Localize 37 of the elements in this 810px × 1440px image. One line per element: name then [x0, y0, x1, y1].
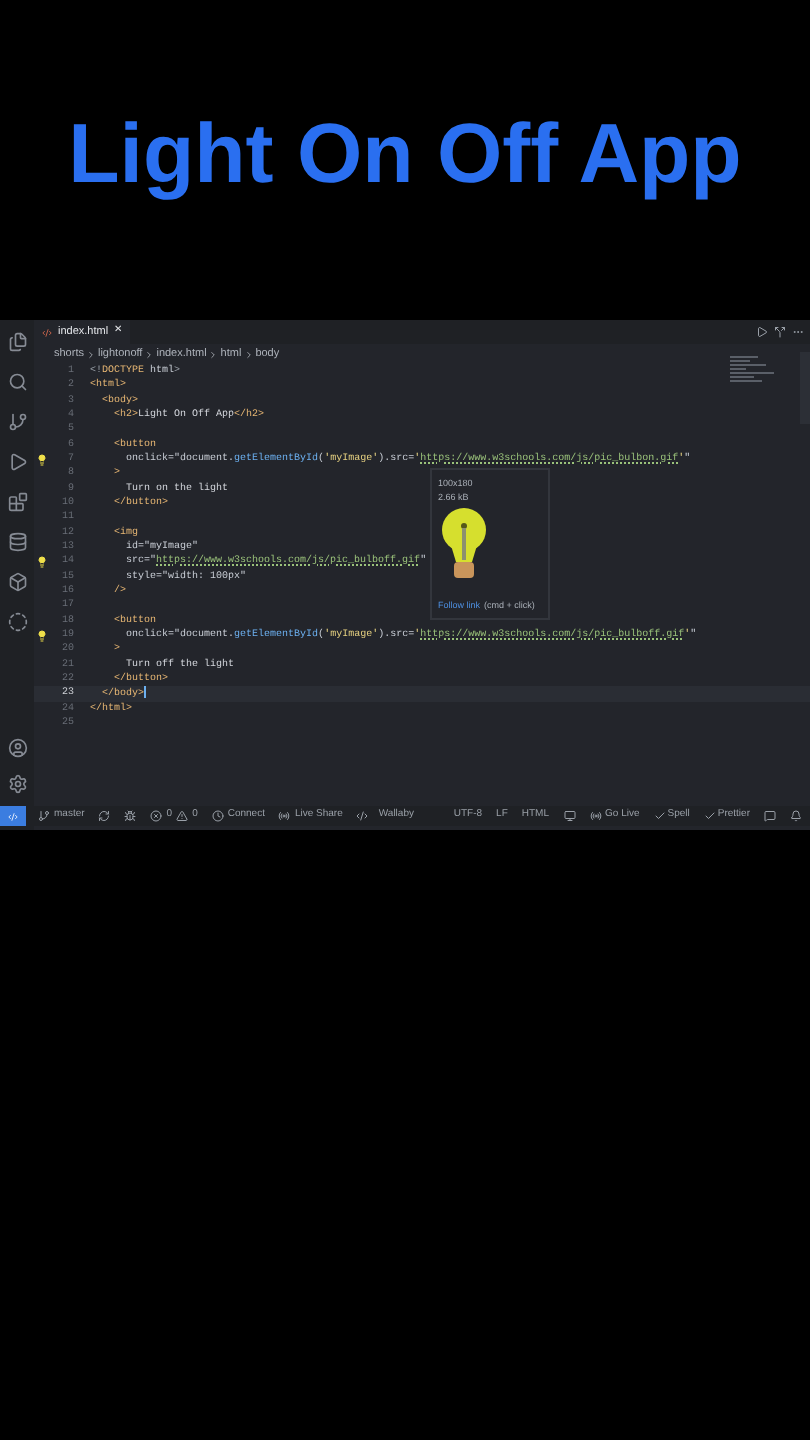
share-icon: [278, 810, 291, 822]
html-file-icon: [42, 327, 52, 337]
box-icon[interactable]: [7, 572, 27, 592]
circle-icon[interactable]: [7, 612, 27, 632]
sync-icon[interactable]: [98, 810, 111, 822]
account-icon[interactable]: [7, 738, 27, 758]
branch-icon: [38, 810, 50, 822]
database-icon[interactable]: [7, 532, 27, 552]
chevron-icon: [85, 349, 96, 359]
notification-icon[interactable]: [790, 810, 802, 822]
video-title: Light On Off App: [68, 103, 742, 204]
lightbulb-icon[interactable]: [36, 629, 48, 642]
branch-icon[interactable]: [7, 412, 27, 432]
split-editor-icon[interactable]: [774, 326, 786, 338]
check-icon: [653, 810, 666, 822]
lightbulb-icon[interactable]: [36, 555, 48, 568]
feedback-icon[interactable]: [764, 810, 776, 822]
debug-icon[interactable]: [124, 810, 137, 822]
code-icon: [356, 810, 369, 822]
chevron-icon: [208, 349, 219, 359]
monitor-icon[interactable]: [563, 810, 576, 822]
run-icon[interactable]: [7, 452, 27, 472]
search-icon[interactable]: [7, 372, 27, 392]
broadcast-icon: [589, 810, 602, 822]
chevron-icon: [243, 349, 254, 359]
extensions-icon[interactable]: [7, 492, 27, 512]
error-icon: [150, 810, 163, 822]
clock-icon: [211, 810, 224, 822]
lightbulb-icon[interactable]: [36, 453, 48, 466]
run-icon[interactable]: [756, 326, 768, 338]
remote-icon: [8, 811, 18, 821]
warning-icon: [176, 810, 189, 822]
check-icon: [703, 810, 716, 822]
settings-icon[interactable]: [7, 774, 27, 794]
files-icon[interactable]: [7, 332, 27, 352]
chevron-icon: [144, 349, 155, 359]
lightbulb-drawing: [440, 508, 488, 584]
